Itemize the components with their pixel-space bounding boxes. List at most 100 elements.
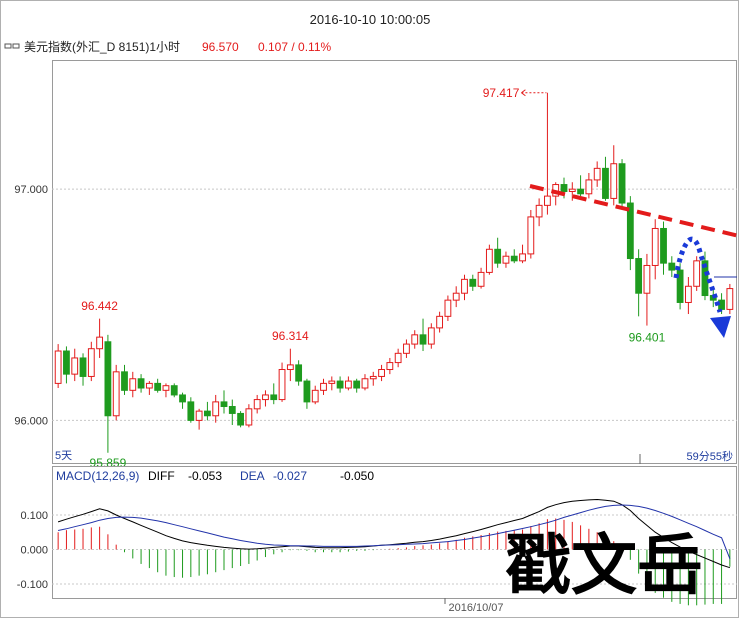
candle-body (179, 394, 186, 403)
macd-value: -0.050 (340, 469, 374, 483)
candle-body (295, 364, 303, 382)
candle-body (286, 364, 294, 371)
candle-body (527, 216, 535, 255)
candle-body (344, 380, 352, 389)
candle-body (145, 382, 153, 389)
candle-body (245, 408, 253, 426)
y-tick-97000: 97.000 (14, 184, 48, 196)
candle-body (195, 410, 203, 421)
macd-y-tick-m0100: -0.100 (17, 579, 48, 591)
price-annotation-2: 96.314 (272, 329, 309, 343)
candle-body (303, 380, 311, 403)
price-change: 0.107 / 0.11% (258, 40, 331, 54)
candle-body (502, 255, 510, 264)
macd-y-tick-0100: 0.100 (20, 510, 48, 522)
candle-body (270, 394, 278, 401)
candle-body (170, 385, 178, 396)
dea-value: -0.027 (273, 469, 307, 483)
candle-22 (237, 411, 244, 428)
candle-body (237, 412, 244, 426)
candle-body (494, 248, 502, 264)
candle-body (129, 378, 137, 391)
macd-y-tick-0000: 0.000 (20, 544, 48, 556)
candle-body (54, 350, 62, 384)
candle-body (96, 336, 104, 350)
candle-body (228, 406, 236, 414)
candle-body (618, 163, 626, 204)
chart-window: 2016-10-10 10:00:05 美元指数(外汇_D 8151)1小时 9… (0, 0, 739, 618)
candle-body (568, 188, 576, 192)
candle-body (353, 380, 361, 389)
candle-body (262, 394, 269, 401)
candle-body (212, 401, 220, 417)
candle-68 (618, 159, 626, 210)
candle-body (585, 179, 593, 195)
candle-body (544, 195, 551, 206)
candle-81 (726, 283, 734, 315)
candle-body (386, 362, 394, 371)
candle-body (635, 258, 643, 294)
candle-body (328, 380, 336, 384)
instrument-name: 美元指数(外汇_D 8151)1小时 (24, 39, 180, 54)
candle-body (668, 262, 676, 271)
countdown-label: 59分55秒 (687, 449, 733, 463)
candle-body (63, 350, 70, 375)
candle-body (560, 184, 568, 192)
candle-14 (170, 383, 178, 398)
candle-body (651, 227, 659, 266)
candle-body (469, 278, 477, 287)
candle-body (693, 260, 701, 287)
candle-body (684, 285, 692, 303)
candle-body (485, 248, 493, 273)
candle-body (369, 375, 377, 380)
candle-body (87, 348, 95, 377)
candle-57 (527, 209, 535, 259)
candle-body (361, 378, 369, 389)
candle-body (137, 378, 145, 389)
candle-body (220, 401, 228, 408)
candle-0 (54, 344, 62, 389)
candle-52 (485, 244, 493, 275)
candle-body (162, 385, 170, 391)
y-tick-96000: 96.000 (14, 415, 48, 427)
watermark-text: 戳文岳 (505, 528, 703, 602)
macd-title: MACD(12,26,9) (56, 469, 139, 483)
diff-label: DIFF (148, 469, 175, 483)
candle-body (204, 410, 211, 417)
candle-body (121, 371, 128, 391)
candle-body (79, 357, 87, 377)
candle-body (577, 188, 584, 195)
candle-body (394, 352, 402, 364)
candle-body (643, 264, 651, 294)
price-annotation-4: 95.859 (90, 456, 127, 470)
candle-body (436, 315, 444, 329)
dea-label: DEA (240, 469, 265, 483)
candle-body (477, 271, 485, 287)
candle-body (519, 253, 526, 262)
candle-body (510, 255, 518, 262)
candle-body (378, 369, 385, 377)
last-price: 96.570 (202, 40, 239, 54)
candle-body (253, 399, 261, 410)
range-label[interactable]: 5天 (55, 450, 72, 462)
price-annotation-0: 97.417 (483, 86, 520, 100)
candle-body (336, 380, 344, 389)
diff-value: -0.053 (188, 469, 222, 483)
candle-body (419, 334, 427, 345)
candle-body (71, 357, 79, 375)
candle-body (444, 299, 452, 317)
candle-body (452, 292, 460, 301)
price-annotation-3: 96.401 (629, 331, 666, 345)
candle-body (610, 163, 618, 199)
candle-body (112, 371, 120, 417)
candle-body (535, 204, 543, 218)
candle-body (154, 382, 162, 391)
candle-7 (112, 364, 120, 421)
candle-body (593, 167, 601, 181)
candle-body (104, 341, 112, 417)
candle-77 (693, 256, 701, 291)
candle-body (726, 288, 734, 310)
candle-body (187, 401, 195, 421)
candle-body (427, 327, 435, 345)
candle-body (311, 389, 319, 403)
